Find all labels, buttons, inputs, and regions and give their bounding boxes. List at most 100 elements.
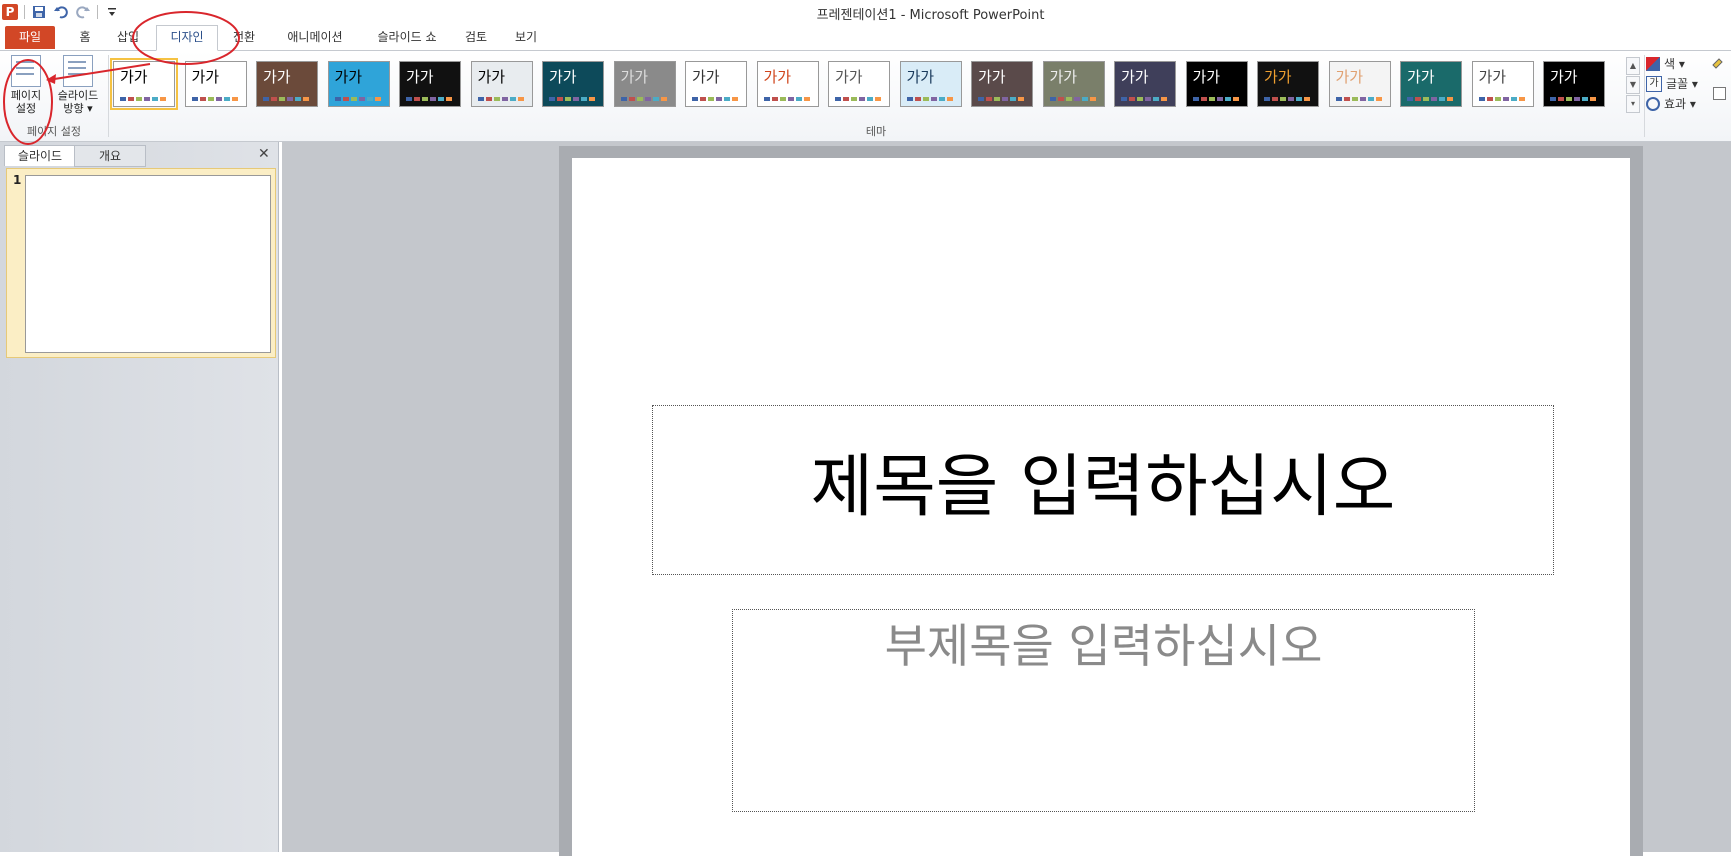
- slide-thumbnail-row[interactable]: 1: [6, 168, 276, 358]
- colors-icon: [1646, 56, 1660, 71]
- theme-color-swatches: [120, 97, 166, 101]
- tab-transitions[interactable]: 전환: [226, 26, 262, 49]
- tab-slide-show[interactable]: 슬라이드 쇼: [366, 26, 448, 49]
- subtitle-placeholder[interactable]: 부제목을 입력하십시오: [732, 609, 1475, 812]
- theme-sample-text: 가가: [1335, 68, 1364, 86]
- tab-animations[interactable]: 애니메이션: [278, 26, 352, 49]
- theme-color-swatches: [1407, 97, 1453, 101]
- fonts-icon: 가: [1646, 75, 1662, 92]
- theme-color-swatches: [191, 97, 238, 101]
- theme-thumbnail[interactable]: 가가: [327, 61, 390, 107]
- theme-fonts-button[interactable]: 가 글꼴 ▾: [1646, 75, 1698, 92]
- page-setup-button[interactable]: 페이지 설정: [3, 55, 49, 115]
- theme-thumbnail[interactable]: 가가: [1471, 61, 1534, 107]
- theme-thumbnail[interactable]: 가가: [1042, 61, 1105, 107]
- slides-pane: 슬라이드 개요 ✕ 1: [0, 142, 279, 852]
- theme-sample-text: 가가: [1121, 68, 1149, 86]
- slide-orientation-label-2: 방향 ▾: [63, 102, 93, 115]
- theme-thumbnail[interactable]: 가가: [399, 61, 461, 107]
- theme-thumbnail[interactable]: 가가: [1328, 61, 1391, 107]
- group-label-themes: 테마: [865, 125, 887, 138]
- tab-outline[interactable]: 개요: [74, 145, 146, 167]
- slide-editing-area: 제목을 입력하십시오 부제목을 입력하십시오: [282, 142, 1731, 858]
- gallery-more-arrow[interactable]: ▾: [1626, 95, 1640, 113]
- theme-color-swatches: [692, 97, 738, 101]
- slide-orientation-label-1: 슬라이드: [57, 89, 99, 102]
- theme-thumbnail[interactable]: 가가: [613, 61, 676, 107]
- theme-color-swatches: [1550, 97, 1596, 101]
- theme-color-swatches: [1049, 97, 1096, 101]
- theme-sample-text: 가가: [1264, 68, 1292, 86]
- tab-design[interactable]: 디자인: [156, 25, 218, 51]
- theme-thumbnail[interactable]: 가가: [756, 61, 819, 107]
- theme-color-swatches: [1264, 97, 1310, 101]
- theme-color-swatches: [549, 97, 595, 101]
- title-placeholder[interactable]: 제목을 입력하십시오: [652, 405, 1554, 575]
- page-setup-label-2: 설정: [15, 102, 37, 115]
- group-separator: [1644, 55, 1645, 137]
- theme-thumbnail[interactable]: 가가: [1543, 61, 1605, 107]
- theme-sample-text: 가가: [906, 68, 935, 86]
- tab-insert[interactable]: 삽입: [110, 26, 146, 49]
- colors-label: 색 ▾: [1664, 57, 1685, 71]
- theme-sample-text: 가가: [835, 68, 863, 86]
- theme-sample-text: 가가: [406, 68, 434, 86]
- theme-thumbnail[interactable]: 가가: [256, 61, 318, 107]
- theme-color-swatches: [1192, 97, 1239, 101]
- theme-effects-button[interactable]: 효과 ▾: [1646, 95, 1696, 112]
- theme-thumbnail[interactable]: 가가: [110, 58, 178, 110]
- title-bar: P 프레젠테이션1 - Microsoft PowerPoint: [0, 0, 1731, 24]
- effects-label: 효과 ▾: [1664, 97, 1696, 111]
- theme-color-swatches: [263, 97, 309, 101]
- fonts-label: 글꼴 ▾: [1666, 77, 1698, 91]
- tab-review[interactable]: 검토: [458, 26, 494, 49]
- theme-color-swatches: [978, 97, 1024, 101]
- theme-color-swatches: [763, 97, 810, 101]
- theme-sample-text: 가가: [477, 68, 506, 86]
- hide-background-checkbox[interactable]: [1713, 87, 1726, 100]
- slide-canvas[interactable]: 제목을 입력하십시오 부제목을 입력하십시오: [572, 158, 1630, 858]
- theme-color-swatches: [835, 97, 881, 101]
- theme-sample-text: 가가: [978, 68, 1006, 86]
- theme-sample-text: 가가: [1478, 68, 1507, 86]
- slide-orientation-button[interactable]: 슬라이드 방향 ▾: [52, 55, 104, 115]
- theme-color-swatches: [477, 97, 524, 101]
- theme-thumbnail[interactable]: 가가: [899, 61, 962, 107]
- theme-sample-text: 가가: [763, 68, 792, 86]
- theme-thumbnail[interactable]: 가가: [828, 61, 890, 107]
- theme-thumbnail[interactable]: 가가: [542, 61, 604, 107]
- slide-thumbnail[interactable]: [25, 175, 271, 353]
- group-label-page-setup: 페이지 설정: [26, 125, 82, 138]
- theme-sample-text: 가가: [263, 68, 291, 86]
- tab-view[interactable]: 보기: [508, 26, 544, 49]
- tab-file[interactable]: 파일: [5, 26, 55, 49]
- theme-thumbnail[interactable]: 가가: [685, 61, 747, 107]
- gallery-down-arrow[interactable]: ▼: [1626, 76, 1640, 94]
- slide-orientation-icon: [63, 55, 93, 87]
- theme-thumbnail[interactable]: 가가: [184, 61, 247, 107]
- theme-thumbnail[interactable]: 가가: [1114, 61, 1176, 107]
- theme-sample-text: 가가: [620, 68, 649, 86]
- ribbon-design: 페이지 설정 슬라이드 방향 ▾ 페이지 설정 가가 가가 가가 가가 가가 가가 가가 가가…: [0, 51, 1731, 142]
- theme-color-swatches: [620, 97, 667, 101]
- slide-number: 1: [13, 173, 22, 187]
- theme-thumbnail[interactable]: 가가: [470, 61, 533, 107]
- close-pane-icon[interactable]: ✕: [258, 146, 270, 162]
- theme-colors-button[interactable]: 색 ▾: [1646, 55, 1685, 72]
- tab-home[interactable]: 홈: [70, 26, 100, 49]
- theme-thumbnail[interactable]: 가가: [1257, 61, 1319, 107]
- window-title: 프레젠테이션1 - Microsoft PowerPoint: [816, 8, 1045, 23]
- theme-color-swatches: [1121, 97, 1167, 101]
- gallery-up-arrow[interactable]: ▲: [1626, 57, 1640, 75]
- background-styles-icon[interactable]: [1711, 55, 1725, 69]
- theme-color-swatches: [406, 97, 452, 101]
- tab-slides[interactable]: 슬라이드: [4, 145, 76, 166]
- theme-thumbnail[interactable]: 가가: [971, 61, 1033, 107]
- ribbon-tab-row: 파일 홈 삽입 디자인 전환 애니메이션 슬라이드 쇼 검토 보기: [0, 24, 1731, 51]
- theme-sample-text: 가가: [692, 68, 720, 86]
- theme-thumbnail[interactable]: 가가: [1185, 61, 1248, 107]
- theme-thumbnail[interactable]: 가가: [1400, 61, 1462, 107]
- theme-sample-text: 가가: [1192, 68, 1221, 86]
- effects-icon: [1646, 96, 1660, 111]
- page-setup-label-1: 페이지: [10, 89, 42, 102]
